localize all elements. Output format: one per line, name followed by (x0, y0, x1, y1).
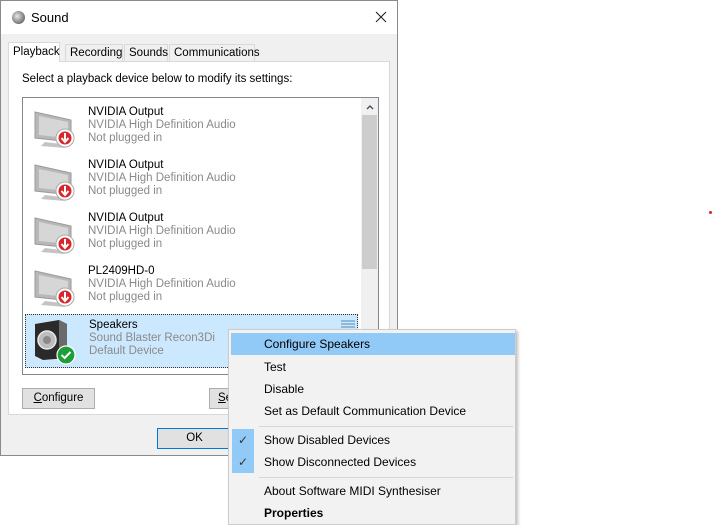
default-check-icon (56, 345, 76, 365)
menu-separator (259, 477, 513, 478)
menu-item-label: About Software MIDI Synthesiser (264, 484, 441, 498)
chevron-up-icon (366, 104, 373, 109)
unplugged-arrow-icon (55, 128, 75, 148)
set-default-mnemonic: S (218, 392, 226, 404)
menu-item-disable[interactable]: Disable (231, 378, 515, 400)
unplugged-arrow-icon (55, 234, 75, 254)
menu-separator (259, 426, 513, 427)
device-description: NVIDIA High Definition Audio (88, 172, 236, 184)
device-item[interactable]: NVIDIA Output NVIDIA High Definition Aud… (25, 155, 358, 207)
window-title: Sound (31, 10, 69, 25)
context-menu: Configure Speakers Test Disable Set as D… (228, 329, 516, 525)
configure-button[interactable]: Configure (22, 388, 95, 409)
device-item[interactable]: NVIDIA Output NVIDIA High Definition Aud… (25, 208, 358, 260)
menu-item-test[interactable]: Test (231, 356, 515, 378)
device-name: Speakers (89, 319, 138, 331)
unplugged-arrow-icon (55, 181, 75, 201)
menu-item-label: Show Disconnected Devices (264, 455, 417, 469)
scroll-thumb[interactable] (362, 115, 377, 269)
menu-item-show-disabled-devices[interactable]: ✓ Show Disabled Devices (231, 429, 515, 451)
device-description: NVIDIA High Definition Audio (88, 278, 236, 290)
device-name: NVIDIA Output (88, 212, 164, 224)
device-description: NVIDIA High Definition Audio (88, 119, 236, 131)
tab-recording[interactable]: Recording (65, 44, 123, 61)
configure-mnemonic: C (33, 392, 42, 404)
menu-item-label: Show Disabled Devices (264, 433, 391, 447)
menu-item-label: Configure Speakers (264, 337, 371, 351)
device-status: Default Device (89, 345, 164, 357)
cursor-dot (709, 211, 712, 214)
configure-label: onfigure (41, 392, 84, 404)
device-item[interactable]: NVIDIA Output NVIDIA High Definition Aud… (25, 102, 358, 154)
close-button[interactable] (365, 1, 397, 33)
menu-item-about-midi-synth[interactable]: About Software MIDI Synthesiser (231, 480, 515, 502)
device-status: Not plugged in (88, 291, 163, 303)
device-name: NVIDIA Output (88, 106, 164, 118)
menu-item-properties[interactable]: Properties (231, 502, 515, 524)
menu-item-label: Set as Default Communication Device (264, 404, 467, 418)
menu-item-configure-speakers[interactable]: Configure Speakers (231, 333, 515, 355)
check-icon: ✓ (232, 451, 254, 473)
device-name: NVIDIA Output (88, 159, 164, 171)
menu-item-label: Disable (264, 382, 305, 396)
device-description: Sound Blaster Recon3Di (89, 332, 215, 344)
title-bar[interactable]: Sound (1, 1, 397, 34)
device-item[interactable]: PL2409HD-0 NVIDIA High Definition Audio … (25, 261, 358, 313)
check-icon: ✓ (232, 429, 254, 451)
tab-communications[interactable]: Communications (169, 44, 260, 61)
menu-item-label: Test (264, 360, 287, 374)
menu-item-show-disconnected-devices[interactable]: ✓ Show Disconnected Devices (231, 451, 515, 473)
tab-playback[interactable]: Playback (8, 42, 60, 62)
close-icon (375, 11, 387, 23)
speaker-app-icon (12, 11, 25, 24)
device-status: Not plugged in (88, 238, 163, 250)
menu-item-set-default-communication[interactable]: Set as Default Communication Device (231, 400, 515, 422)
ok-button[interactable]: OK (157, 428, 232, 449)
menu-item-label: Properties (264, 506, 324, 520)
scroll-up-button[interactable] (361, 98, 378, 115)
tab-sounds[interactable]: Sounds (124, 44, 168, 61)
device-name: PL2409HD-0 (88, 265, 155, 277)
instruction-text: Select a playback device below to modify… (22, 73, 293, 85)
device-description: NVIDIA High Definition Audio (88, 225, 236, 237)
unplugged-arrow-icon (55, 287, 75, 307)
device-status: Not plugged in (88, 185, 163, 197)
device-status: Not plugged in (88, 132, 163, 144)
